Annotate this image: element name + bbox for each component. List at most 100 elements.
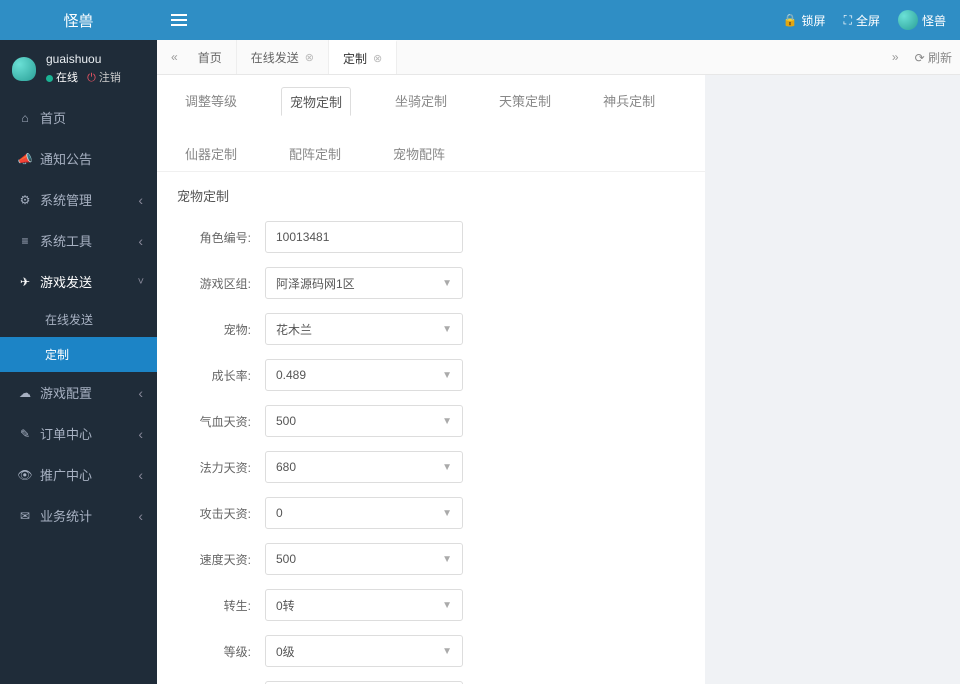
spd-label: 速度天资:	[177, 551, 265, 568]
list-icon: ≡	[16, 234, 34, 248]
tab-online-send[interactable]: 在线发送⊗	[237, 40, 329, 74]
role-id-label: 角色编号:	[177, 229, 265, 246]
zone-select[interactable]: 阿泽源码网1区 ▼	[265, 267, 463, 299]
envelope-icon: ✉	[16, 509, 34, 523]
role-id-input[interactable]	[265, 221, 463, 253]
subtab-adjust-level[interactable]: 调整等级	[177, 87, 245, 116]
nav-system-tools-label: 系统工具	[40, 231, 92, 250]
pet-value: 花木兰	[276, 321, 312, 338]
lock-button[interactable]: 🔒 锁屏	[783, 12, 826, 29]
nav-game-config-label: 游戏配置	[40, 383, 92, 402]
close-icon[interactable]: ⊗	[305, 51, 314, 64]
nav: ⌂ 首页 📣通知公告 ⚙ 系统管理 ≡ 系统工具 ✈游戏发送 在线发送 定制 ☁ 游戏配…	[0, 97, 157, 536]
expand-icon: ⛶	[844, 13, 852, 28]
subtab-pet-custom[interactable]: 宠物定制	[281, 87, 351, 116]
pet-select[interactable]: 花木兰 ▼	[265, 313, 463, 345]
chevron-down-icon: ▼	[442, 646, 452, 657]
nav-sub-online-send[interactable]: 在线发送	[0, 302, 157, 337]
zone-value: 阿泽源码网1区	[276, 275, 355, 292]
chevron-down-icon: ▼	[442, 370, 452, 381]
rebirth-select[interactable]: 0转▼	[265, 589, 463, 621]
gear-icon: ⚙	[16, 193, 34, 207]
dashboard-icon: ☁	[16, 386, 34, 400]
atk-label: 攻击天资:	[177, 505, 265, 522]
user-status: 在线 ⏻ 注销	[46, 69, 121, 85]
nav-biz-stats[interactable]: ✉ 业务统计	[0, 495, 157, 536]
nav-game-send[interactable]: ✈游戏发送	[0, 261, 157, 302]
mp-select[interactable]: 680▼	[265, 451, 463, 483]
lock-icon: 🔒	[783, 13, 798, 27]
level-select[interactable]: 0级 ▼	[265, 635, 463, 667]
nav-game-send-label: 游戏发送	[40, 272, 92, 291]
card-title: 宠物定制	[157, 171, 705, 215]
hp-label: 气血天资:	[177, 413, 265, 430]
fullscreen-button[interactable]: ⛶全屏	[844, 12, 880, 29]
chevron-down-icon: ▼	[442, 324, 452, 335]
spd-value: 500	[276, 552, 296, 566]
avatar	[10, 55, 38, 83]
zone-label: 游戏区组:	[177, 275, 265, 292]
nav-order-center[interactable]: ✎订单中心	[0, 413, 157, 454]
topbar: 🔒 锁屏 ⛶全屏 怪兽	[157, 0, 960, 40]
subtab-array-custom[interactable]: 配阵定制	[281, 140, 349, 167]
lock-label: 锁屏	[802, 12, 826, 29]
level-value: 0级	[276, 643, 295, 660]
username: guaishuou	[46, 52, 121, 66]
nav-notice[interactable]: 📣通知公告	[0, 138, 157, 179]
level-label: 等级:	[177, 643, 265, 660]
atk-select[interactable]: 0▼	[265, 497, 463, 529]
chevron-down-icon: ▼	[442, 416, 452, 427]
nav-home[interactable]: ⌂ 首页	[0, 97, 157, 138]
card: 调整等级 宠物定制 坐骑定制 天策定制 神兵定制 仙器定制 配阵定制 宠物配阵 …	[157, 75, 705, 684]
logout-link[interactable]: ⏻ 注销	[87, 72, 121, 84]
sidebar: 怪兽 guaishuou 在线 ⏻ 注销 ⌂首页 📣通知公告 ⚙系统管理 ≡系统…	[0, 0, 157, 684]
refresh-icon: ⟳	[915, 51, 925, 65]
subtabs: 调整等级 宠物定制 坐骑定制 天策定制 神兵定制 仙器定制 配阵定制 宠物配阵	[157, 75, 705, 171]
close-icon[interactable]: ⊗	[373, 52, 382, 65]
tabs-row: « 首页 在线发送⊗ 定制 ⊗ » ⟳ 刷新	[157, 40, 960, 75]
nav-home-label: 首页	[40, 108, 66, 127]
tab-custom-label: 定制	[343, 50, 367, 67]
subtab-mount-custom[interactable]: 坐骑定制	[387, 87, 455, 116]
spd-select[interactable]: 500 ▼	[265, 543, 463, 575]
subtab-weapon-custom[interactable]: 神兵定制	[595, 87, 663, 116]
tab-home[interactable]: 首页	[184, 40, 237, 74]
tabs-prev[interactable]: «	[165, 50, 184, 64]
nav-sub-custom[interactable]: 定制	[0, 337, 157, 372]
sidebar-toggle[interactable]	[171, 11, 187, 29]
power-icon: ⏻	[87, 72, 96, 84]
tab-custom[interactable]: 定制 ⊗	[329, 40, 397, 74]
hp-select[interactable]: 500 ▼	[265, 405, 463, 437]
tab-home-label: 首页	[198, 49, 222, 66]
nav-system-manage[interactable]: ⚙ 系统管理	[0, 179, 157, 220]
growth-value: 0.489	[276, 368, 306, 382]
home-icon: ⌂	[16, 111, 34, 125]
subtab-tiance-custom[interactable]: 天策定制	[491, 87, 559, 116]
topbar-user-label: 怪兽	[922, 12, 946, 29]
nav-promo-center[interactable]: 👁推广中心	[0, 454, 157, 495]
nav-game-send-sub: 在线发送 定制	[0, 302, 157, 372]
nav-notice-label: 通知公告	[40, 149, 92, 168]
nav-biz-stats-label: 业务统计	[40, 506, 92, 525]
chevron-down-icon: ▼	[442, 554, 452, 565]
refresh-label: 刷新	[928, 51, 952, 65]
refresh-button[interactable]: ⟳ 刷新	[915, 49, 952, 66]
chevron-down-icon: ▼	[442, 278, 452, 289]
nav-system-tools[interactable]: ≡ 系统工具	[0, 220, 157, 261]
rebirth-label: 转生:	[177, 597, 265, 614]
nav-game-config[interactable]: ☁ 游戏配置	[0, 372, 157, 413]
eye-icon: 👁	[16, 468, 34, 482]
logout-label: 注销	[99, 72, 121, 84]
growth-select[interactable]: 0.489 ▼	[265, 359, 463, 391]
chevron-down-icon: ▼	[442, 508, 452, 519]
pencil-icon: ✎	[16, 427, 34, 441]
mp-label: 法力天资:	[177, 459, 265, 476]
growth-label: 成长率:	[177, 367, 265, 384]
subtab-pet-array[interactable]: 宠物配阵	[385, 140, 453, 167]
topbar-user[interactable]: 怪兽	[898, 10, 946, 30]
subtab-xianqi-custom[interactable]: 仙器定制	[177, 140, 245, 167]
hp-value: 500	[276, 414, 296, 428]
nav-system-manage-label: 系统管理	[40, 190, 92, 209]
status-online-label: 在线	[56, 72, 78, 84]
tabs-next[interactable]: »	[886, 50, 905, 64]
